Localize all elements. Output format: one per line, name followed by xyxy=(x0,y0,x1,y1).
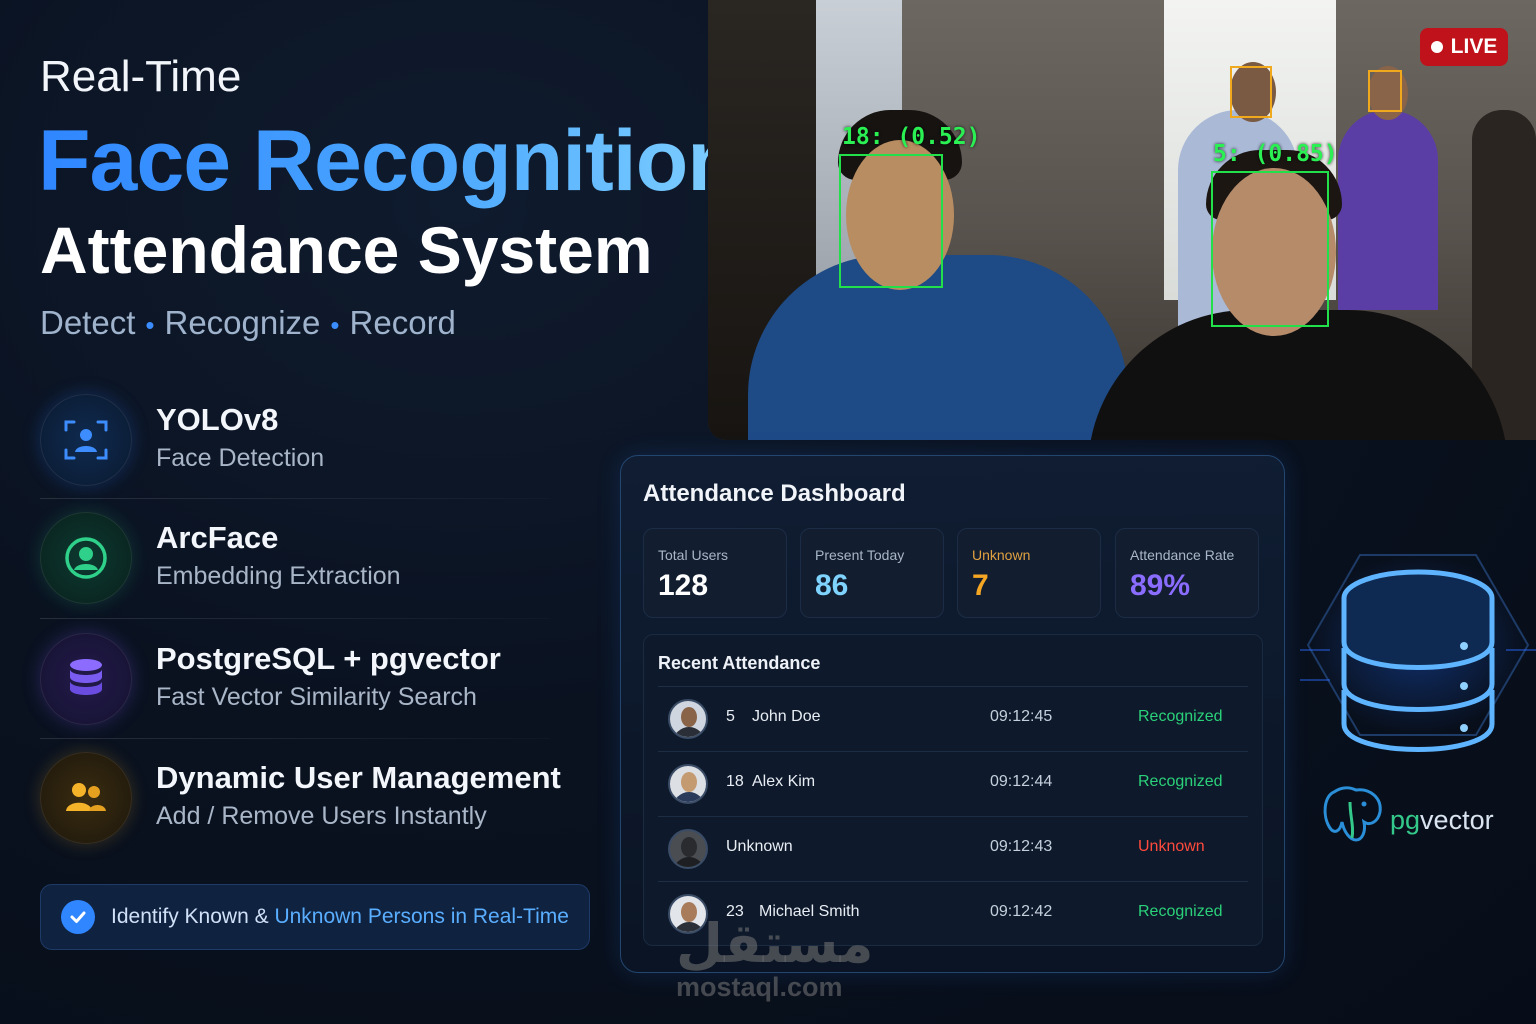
feature-title: PostgreSQL + pgvector xyxy=(156,641,501,676)
divider xyxy=(40,738,550,739)
check-in-time: 09:12:45 xyxy=(990,708,1053,725)
status-badge: Recognized xyxy=(1138,903,1223,920)
tagline-recognize: Recognize xyxy=(164,304,321,341)
bullet-dot: • xyxy=(330,310,340,340)
face-scan-icon xyxy=(40,394,132,486)
check-circle-icon xyxy=(61,900,95,934)
avatar xyxy=(668,764,708,804)
status-badge: Unknown xyxy=(1138,838,1205,855)
stat-label: Present Today xyxy=(815,547,905,563)
pgvector-logo-text: pgvector xyxy=(1390,805,1494,836)
person-id: 5 xyxy=(726,708,735,725)
stat-attendance-rate: Attendance Rate 89% xyxy=(1115,528,1259,618)
table-row[interactable]: 18 Alex Kim 09:12:44 Recognized xyxy=(658,751,1248,815)
person-id: 18 xyxy=(726,773,744,790)
recent-attendance-title: Recent Attendance xyxy=(658,653,821,673)
users-icon xyxy=(40,752,132,844)
stat-present-today: Present Today 86 xyxy=(800,528,944,618)
face-bbox xyxy=(839,154,943,288)
identify-text: Identify Known & Unknown Persons in Real… xyxy=(111,905,569,929)
table-row[interactable]: Unknown 09:12:43 Unknown xyxy=(658,816,1248,880)
feature-title: Dynamic User Management xyxy=(156,760,561,795)
divider xyxy=(40,618,550,619)
feature-title: ArcFace xyxy=(156,520,279,555)
stat-value: 89% xyxy=(1130,569,1191,602)
avatar xyxy=(668,829,708,869)
feature-arcface: ArcFace Embedding Extraction xyxy=(40,512,580,608)
face-bbox xyxy=(1211,171,1329,327)
avatar xyxy=(668,699,708,739)
database-icon xyxy=(40,633,132,725)
stat-unknown: Unknown 7 xyxy=(957,528,1101,618)
person-name: John Doe xyxy=(752,708,821,725)
stat-value: 86 xyxy=(815,569,849,602)
pgvector-prefix: pg xyxy=(1390,805,1421,835)
hero-title-line1: Real-Time xyxy=(40,52,242,101)
attendance-dashboard: Attendance Dashboard Total Users 128 Pre… xyxy=(620,455,1285,973)
watermark-arabic: مستقل xyxy=(676,914,874,974)
stat-total-users: Total Users 128 xyxy=(643,528,787,618)
postgresql-elephant-icon xyxy=(1323,786,1382,842)
face-bbox-pending xyxy=(1368,70,1402,112)
stat-label: Total Users xyxy=(658,547,729,563)
tagline: Detect • Recognize • Record xyxy=(40,304,456,342)
check-in-time: 09:12:43 xyxy=(990,838,1053,855)
hero-title-main: Face Recognition xyxy=(38,113,740,209)
tagline-record: Record xyxy=(349,304,456,341)
feature-yolov8: YOLOv8 Face Detection xyxy=(40,394,580,490)
feature-desc: Face Detection xyxy=(156,444,325,472)
status-badge: Recognized xyxy=(1138,708,1223,725)
feature-desc: Embedding Extraction xyxy=(156,562,401,590)
face-bbox-label: 5: (0.85) xyxy=(1213,141,1338,167)
check-in-time: 09:12:42 xyxy=(990,903,1053,920)
record-dot-icon xyxy=(1430,41,1443,53)
dashboard-title: Attendance Dashboard xyxy=(643,480,906,507)
person-bg-2-body xyxy=(1338,110,1438,310)
feature-desc: Add / Remove Users Instantly xyxy=(156,802,487,830)
hero-title-sub: Attendance System xyxy=(40,213,653,287)
status-badge: Recognized xyxy=(1138,773,1223,790)
feature-postgresql: PostgreSQL + pgvector Fast Vector Simila… xyxy=(40,633,580,729)
watermark-url: mostaql.com xyxy=(676,972,843,1002)
camera-feed: 18: (0.52) 5: (0.85) xyxy=(708,0,1536,440)
stat-label: Unknown xyxy=(972,547,1031,563)
stat-value: 7 xyxy=(972,569,989,602)
person-name: Unknown xyxy=(726,838,793,855)
identify-banner: Identify Known & Unknown Persons in Real… xyxy=(40,884,590,950)
bullet-dot: • xyxy=(145,310,155,340)
person-name: Alex Kim xyxy=(752,773,816,790)
database-hexagon-icon xyxy=(1300,554,1536,752)
live-label: LIVE xyxy=(1450,35,1498,58)
divider xyxy=(40,498,550,499)
tagline-detect: Detect xyxy=(40,304,136,341)
stat-value: 128 xyxy=(658,569,709,602)
feature-title: YOLOv8 xyxy=(156,402,279,437)
face-bbox-label: 18: (0.52) xyxy=(842,124,981,150)
user-circle-icon xyxy=(40,512,132,604)
stat-label: Attendance Rate xyxy=(1130,547,1235,563)
check-in-time: 09:12:44 xyxy=(990,773,1053,790)
table-row[interactable]: 5 John Doe 09:12:45 Recognized xyxy=(658,686,1248,750)
recent-attendance-panel: Recent Attendance 5 John Doe 09:12:45 Re… xyxy=(643,634,1263,946)
feature-desc: Fast Vector Similarity Search xyxy=(156,683,477,711)
feature-user-management: Dynamic User Management Add / Remove Use… xyxy=(40,752,580,848)
pgvector-suffix: vector xyxy=(1420,805,1494,835)
live-badge: LIVE xyxy=(1420,28,1508,66)
person-right-body xyxy=(1088,310,1508,440)
identify-text-part1: Identify Known & xyxy=(111,905,275,928)
identify-text-highlight: Unknown Persons in Real-Time xyxy=(274,905,569,928)
face-bbox-pending xyxy=(1230,66,1272,118)
